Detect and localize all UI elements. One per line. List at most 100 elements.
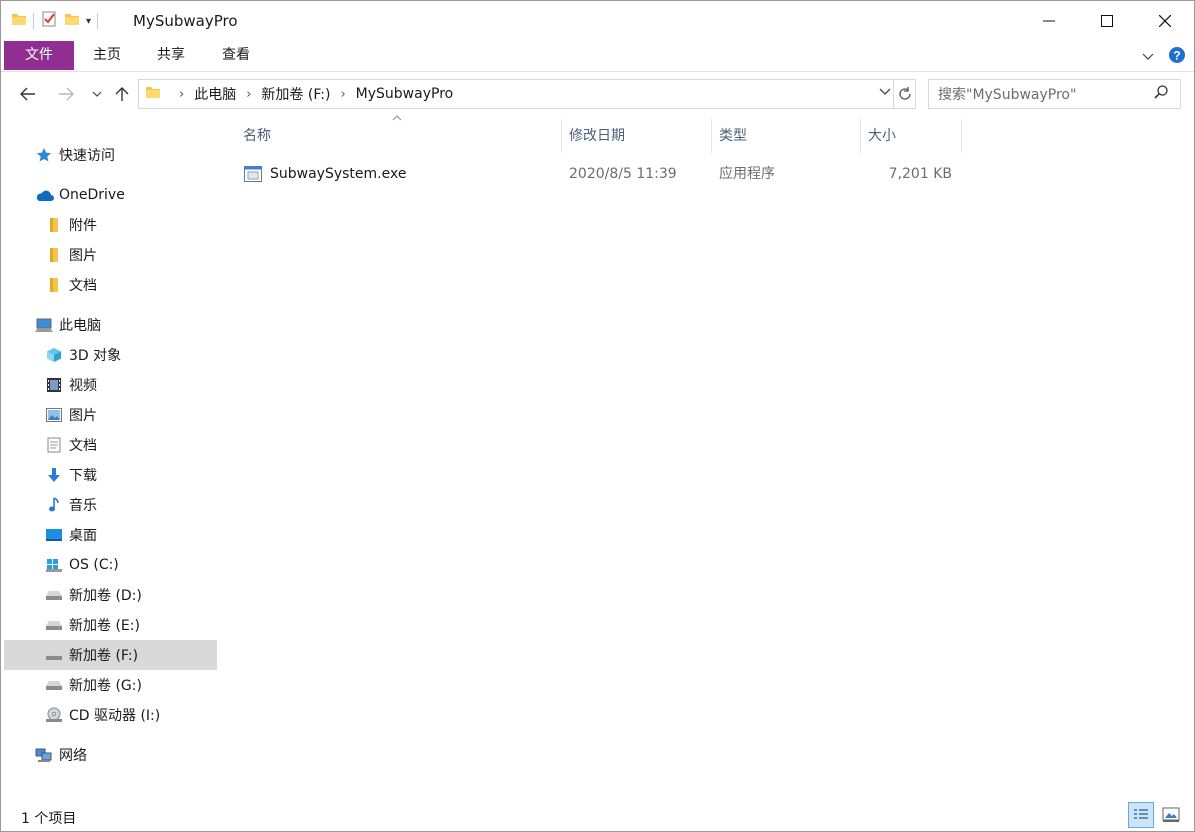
file-type: 应用程序 [719,166,775,182]
chevron-right-icon[interactable]: › [340,87,345,102]
file-size: 7,201 KB [888,166,952,182]
breadcrumb: › 此电脑 › 新加卷 (F:) › MySubwayPro [161,84,453,104]
nav-label: 此电脑 [59,318,101,334]
nav-label: 3D 对象 [69,348,122,364]
search-placeholder[interactable]: 搜索"MySubwayPro" [929,84,1154,104]
cloud-icon [34,185,54,205]
explorer-window: ▾ MySubwayPro 文件 主页 共享 查看 ? › 此电脑 › 新加卷 … [0,0,1195,832]
maximize-button[interactable] [1078,1,1136,41]
nav-quick-access[interactable]: 快速访问 [4,140,217,170]
file-list: 名称 修改日期 类型 大小 SubwaySystem.exe 2020/8/5 … [219,115,1191,799]
drive-icon [44,645,64,665]
recent-locations-button[interactable] [86,83,108,105]
folder-icon [44,215,64,235]
ribbon-tabs: 文件 主页 共享 查看 ? [1,41,1194,72]
nav-onedrive-attachments[interactable]: 附件 [4,210,217,240]
nav-label: 快速访问 [59,148,115,164]
nav-network[interactable]: 网络 [4,740,217,770]
folder-icon [44,275,64,295]
window-controls [1020,1,1194,41]
chevron-right-icon[interactable]: › [179,87,184,102]
nav-label: 文档 [69,278,97,294]
tab-share[interactable]: 共享 [143,41,199,70]
search-icon[interactable] [1154,85,1168,103]
nav-drive-e[interactable]: 新加卷 (E:) [4,610,217,640]
chevron-right-icon[interactable]: › [246,87,251,102]
expand-ribbon-icon[interactable] [1142,50,1154,65]
network-icon [34,745,54,765]
column-header-modified[interactable]: 修改日期 [563,119,711,153]
title-bar: ▾ MySubwayPro [1,1,1194,41]
customize-toolbar-icon[interactable]: ▾ [86,16,91,27]
help-icon[interactable]: ? [1168,46,1186,68]
nav-drive-d[interactable]: 新加卷 (D:) [4,580,217,610]
nav-downloads[interactable]: 下载 [4,460,217,490]
nav-cd-drive[interactable]: CD 驱动器 (I:) [4,700,217,730]
nav-label: 新加卷 (D:) [69,588,142,604]
nav-3d-objects[interactable]: 3D 对象 [4,340,217,370]
download-arrow-icon [44,465,64,485]
item-count: 1 个项目 [21,811,77,827]
nav-this-pc[interactable]: 此电脑 [4,310,217,340]
tab-view[interactable]: 查看 [207,41,265,70]
file-name[interactable]: SubwaySystem.exe [270,159,406,189]
ribbon-right-controls: ? [1142,46,1186,68]
drive-icon [44,615,64,635]
file-modified: 2020/8/5 11:39 [569,166,677,182]
address-history-dropdown[interactable] [879,85,891,99]
nav-desktop[interactable]: 桌面 [4,520,217,550]
breadcrumb-drive-f[interactable]: 新加卷 (F:) [261,84,330,104]
large-icons-view-button[interactable] [1158,802,1184,828]
column-header-name[interactable]: 名称 [237,119,559,153]
tab-file[interactable]: 文件 [4,41,74,70]
nav-music[interactable]: 音乐 [4,490,217,520]
column-divider[interactable] [961,119,962,153]
properties-icon[interactable] [40,10,58,32]
new-folder-icon[interactable] [64,11,80,31]
nav-label: 附件 [69,218,97,234]
search-box[interactable]: 搜索"MySubwayPro" [928,79,1181,109]
nav-drive-c[interactable]: OS (C:) [4,550,217,580]
drive-icon [44,675,64,695]
nav-label: 新加卷 (F:) [69,648,139,664]
column-divider[interactable] [860,119,861,153]
nav-drive-g[interactable]: 新加卷 (G:) [4,670,217,700]
close-button[interactable] [1136,1,1194,41]
cd-drive-icon [44,705,64,725]
forward-button[interactable] [55,83,77,105]
nav-onedrive[interactable]: OneDrive [4,180,217,210]
windows-drive-icon [44,555,64,575]
up-button[interactable] [111,83,133,105]
tab-home[interactable]: 主页 [79,41,135,70]
nav-label: 图片 [69,408,97,424]
address-bar[interactable]: › 此电脑 › 新加卷 (F:) › MySubwayPro [138,79,894,109]
desktop-icon [44,525,64,545]
minimize-button[interactable] [1020,1,1078,41]
details-view-button[interactable] [1128,802,1154,828]
nav-onedrive-pictures[interactable]: 图片 [4,240,217,270]
nav-documents[interactable]: 文档 [4,430,217,460]
svg-text:?: ? [1173,49,1180,63]
nav-label: 文档 [69,438,97,454]
nav-videos[interactable]: 视频 [4,370,217,400]
refresh-button[interactable] [894,79,916,109]
exe-file-icon [244,159,262,189]
star-icon [34,145,54,165]
nav-drive-f[interactable]: 新加卷 (F:) [4,640,217,670]
window-title: MySubwayPro [133,12,238,30]
back-button[interactable] [17,83,39,105]
nav-label: 桌面 [69,528,97,544]
column-header-type[interactable]: 类型 [713,119,859,153]
nav-onedrive-documents[interactable]: 文档 [4,270,217,300]
breadcrumb-this-pc[interactable]: 此电脑 [194,84,236,104]
table-row[interactable]: SubwaySystem.exe 2020/8/5 11:39 应用程序 7,2… [239,159,979,189]
column-header-size[interactable]: 大小 [862,119,960,153]
view-switcher [1128,802,1184,828]
column-divider[interactable] [561,119,562,153]
folder-icon [145,84,161,104]
nav-pictures[interactable]: 图片 [4,400,217,430]
nav-label: 网络 [59,748,87,764]
breadcrumb-current-folder[interactable]: MySubwayPro [356,86,454,102]
column-divider[interactable] [711,119,712,153]
nav-label: CD 驱动器 (I:) [69,708,161,724]
